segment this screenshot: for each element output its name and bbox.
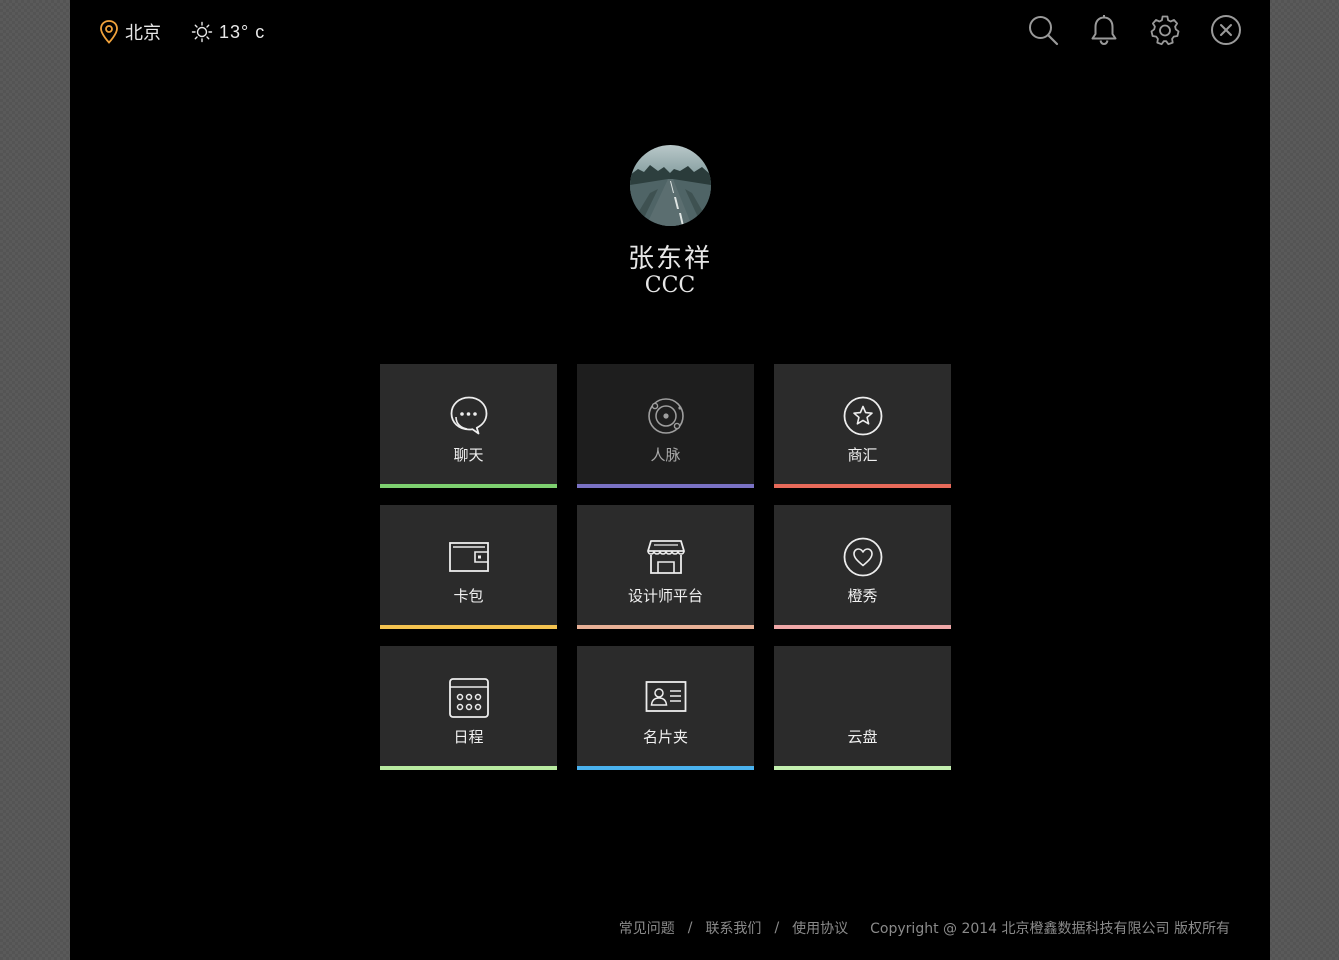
close-icon [1211, 15, 1241, 45]
tile-label: 商汇 [847, 446, 878, 464]
footer-separator: / [687, 920, 693, 936]
tile-wallet[interactable]: 卡包 [380, 505, 557, 629]
tile-schedule[interactable]: 日程 [380, 646, 557, 770]
chat-bubbles-icon [450, 396, 487, 435]
network-orbit-icon [647, 398, 684, 434]
tile-color-bar [380, 766, 557, 770]
footer: 常见问题 / 联系我们 / 使用协议 Copyright @ 2014 北京橙鑫… [619, 918, 1230, 938]
footer-copyright: Copyright @ 2014 北京橙鑫数据科技有限公司 版权所有 [870, 921, 1230, 937]
avatar-road-image [629, 145, 711, 226]
top-left-info: 北京 13° c [98, 18, 265, 46]
settings-button[interactable] [1149, 14, 1181, 46]
weather-widget: 13° c [191, 21, 265, 43]
tile-color-bar [577, 625, 754, 629]
footer-link-terms[interactable]: 使用协议 [792, 918, 848, 938]
wallet-icon [448, 542, 489, 572]
tile-color-bar [774, 766, 951, 770]
tile-color-bar [774, 625, 951, 629]
tile-label: 卡包 [453, 587, 484, 605]
search-icon [1029, 16, 1059, 46]
calendar-icon [448, 678, 489, 718]
location-widget[interactable]: 北京 [98, 19, 161, 45]
tile-label: 橙秀 [847, 587, 878, 605]
tile-color-bar [380, 625, 557, 629]
tile-show[interactable]: 橙秀 [774, 505, 951, 629]
tile-color-bar [774, 484, 951, 488]
close-button[interactable] [1210, 14, 1242, 46]
notifications-button[interactable] [1088, 14, 1120, 46]
tile-designer-platform[interactable]: 设计师平台 [577, 505, 754, 629]
tile-color-bar [380, 484, 557, 488]
tile-label: 设计师平台 [627, 587, 703, 605]
tile-label: 人脉 [650, 446, 681, 464]
bell-icon [1091, 15, 1117, 46]
gear-icon [1150, 15, 1180, 46]
search-button[interactable] [1027, 14, 1059, 46]
top-right-actions [998, 14, 1242, 46]
tile-label: 聊天 [453, 446, 484, 464]
tile-cloud-drive[interactable]: 云盘 [774, 646, 951, 770]
user-profile: 张东祥 CCC [70, 145, 1270, 298]
avatar[interactable] [629, 145, 711, 226]
app-tile-grid: 聊天 人脉 商汇 卡包 设计师平台 橙秀 日程 名片夹 云盘 [380, 364, 951, 770]
heart-circle-icon [843, 537, 882, 577]
tile-cardholder[interactable]: 名片夹 [577, 646, 754, 770]
user-name: 张东祥 [627, 244, 712, 274]
tile-color-bar [577, 766, 754, 770]
sun-icon [191, 21, 213, 43]
footer-link-contact[interactable]: 联系我们 [705, 918, 761, 938]
tile-label: 名片夹 [642, 728, 688, 746]
footer-link-faq[interactable]: 常见问题 [619, 918, 675, 938]
location-text: 北京 [125, 23, 161, 44]
tile-color-bar [577, 484, 754, 488]
tile-contacts[interactable]: 人脉 [577, 364, 754, 488]
user-subtitle: CCC [644, 273, 696, 298]
main-panel: 北京 13° c 张东祥 CCC 聊天 人脉 商汇 卡包 设计师平台 橙秀 日程… [70, 0, 1270, 960]
footer-separator: / [774, 920, 780, 936]
star-circle-icon [843, 396, 882, 436]
tile-business[interactable]: 商汇 [774, 364, 951, 488]
tile-chat[interactable]: 聊天 [380, 364, 557, 488]
tile-label: 日程 [453, 728, 484, 746]
storefront-icon [646, 540, 685, 574]
tile-label: 云盘 [847, 728, 878, 746]
id-card-icon [645, 681, 686, 712]
map-pin-icon [100, 20, 118, 44]
temperature-text: 13° c [219, 21, 266, 42]
